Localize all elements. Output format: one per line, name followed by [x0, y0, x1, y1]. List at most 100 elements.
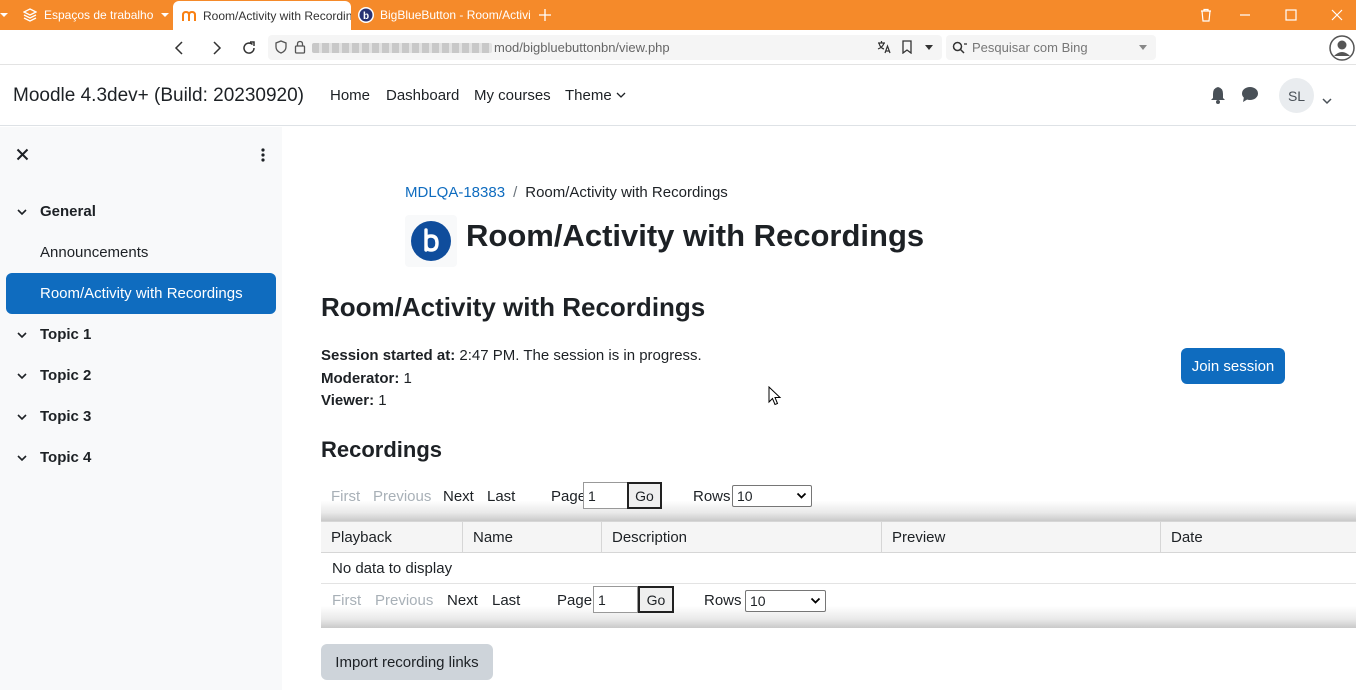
- recordings-pager-bottom: First Previous Next Last Page 1 Go Rows …: [321, 584, 1356, 628]
- avatar[interactable]: SL: [1279, 78, 1314, 113]
- pager-first[interactable]: First: [331, 488, 360, 505]
- chevron-down-icon: [796, 492, 807, 499]
- tab-room-activity[interactable]: Room/Activity with Recordings: [173, 1, 351, 30]
- pager-previous[interactable]: Previous: [375, 592, 433, 609]
- nav-home[interactable]: Home: [330, 87, 370, 104]
- breadcrumb: MDLQA-18383 / Room/Activity with Recording…: [405, 184, 728, 201]
- search-placeholder: Pesquisar com Bing: [972, 40, 1088, 55]
- chevron-down-icon: [810, 597, 821, 604]
- notifications-button[interactable]: [1210, 86, 1226, 109]
- tab-label: Espaços de trabalho: [44, 8, 154, 22]
- nav-theme-label: Theme: [565, 87, 612, 104]
- close-window-button[interactable]: [1314, 0, 1356, 30]
- pager-go-button[interactable]: Go: [627, 482, 662, 509]
- site-brand[interactable]: Moodle 4.3dev+ (Build: 20230920): [13, 85, 304, 107]
- viewer-line: Viewer: 1: [321, 392, 387, 409]
- new-tab-button[interactable]: [538, 0, 554, 30]
- reload-button[interactable]: [237, 36, 261, 60]
- nav-my-courses[interactable]: My courses: [474, 87, 551, 104]
- column-playback[interactable]: Playback: [321, 522, 463, 553]
- pager-previous[interactable]: Previous: [373, 488, 431, 505]
- chevron-down-icon: [16, 411, 28, 423]
- section-topic-2[interactable]: Topic 2: [16, 367, 91, 384]
- profile-icon: [1329, 35, 1355, 61]
- activity-announcements[interactable]: Announcements: [6, 232, 276, 273]
- section-topic-1[interactable]: Topic 1: [16, 326, 91, 343]
- workspaces-icon: [22, 7, 38, 23]
- section-general[interactable]: General: [16, 203, 96, 220]
- breadcrumb-course-link[interactable]: MDLQA-18383: [405, 184, 505, 201]
- url-path: mod/bigbluebuttonbn/view.php: [494, 40, 670, 55]
- section-label: Topic 3: [40, 408, 92, 425]
- close-drawer-button[interactable]: [16, 148, 29, 166]
- search-field[interactable]: Pesquisar com Bing: [946, 35, 1156, 60]
- activity-room-with-recordings[interactable]: Room/Activity with Recordings: [6, 273, 276, 314]
- column-description[interactable]: Description: [602, 522, 882, 553]
- pager-rows-select[interactable]: 10: [745, 590, 826, 612]
- pager-rows-select[interactable]: 10: [732, 485, 812, 507]
- close-icon: [1331, 9, 1343, 21]
- url-field[interactable]: mod/bigbluebuttonbn/view.php: [268, 35, 942, 60]
- recordings-pager-top: First Previous Next Last Page 1 Go Rows …: [321, 480, 1356, 521]
- pager-last[interactable]: Last: [487, 488, 515, 505]
- column-preview[interactable]: Preview: [882, 522, 1161, 553]
- drawer-options-button[interactable]: [260, 148, 266, 167]
- pager-go-button[interactable]: Go: [638, 586, 674, 613]
- section-topic-4[interactable]: Topic 4: [16, 449, 91, 466]
- course-index-drawer: General Announcements Room/Activity with…: [0, 127, 282, 690]
- breadcrumb-current: Room/Activity with Recordings: [525, 184, 728, 201]
- bookmark-icon[interactable]: [901, 40, 913, 54]
- forward-arrow-icon: [213, 41, 222, 55]
- svg-text:b: b: [363, 11, 369, 22]
- caret-down-icon[interactable]: [924, 44, 934, 52]
- pager-next[interactable]: Next: [447, 592, 478, 609]
- rows-select-value: 10: [737, 488, 753, 504]
- column-name[interactable]: Name: [463, 522, 602, 553]
- messages-button[interactable]: [1241, 86, 1259, 108]
- page-title: Room/Activity with Recordings: [466, 218, 925, 253]
- moodle-favicon: [181, 8, 197, 24]
- join-session-button[interactable]: Join session: [1181, 348, 1285, 384]
- back-button[interactable]: [168, 36, 192, 60]
- translate-icon[interactable]: [877, 40, 891, 54]
- room-heading: Room/Activity with Recordings: [321, 292, 706, 322]
- url-host-redacted: [312, 42, 492, 53]
- caret-down-icon: [161, 13, 170, 17]
- chevron-down-icon: [16, 329, 28, 341]
- nav-dashboard[interactable]: Dashboard: [386, 87, 459, 104]
- pager-last[interactable]: Last: [492, 592, 520, 609]
- pager-page-input[interactable]: 1: [583, 482, 628, 509]
- tab-workspaces[interactable]: Espaços de trabalho: [22, 0, 170, 30]
- section-label: Topic 2: [40, 367, 92, 384]
- session-started-value: 2:47 PM. The session is in progress.: [459, 347, 702, 364]
- top-navbar: Moodle 4.3dev+ (Build: 20230920) Home Da…: [0, 66, 1356, 126]
- pager-page-input[interactable]: 1: [593, 586, 638, 613]
- forward-button[interactable]: [204, 36, 228, 60]
- tab-menu-arrow[interactable]: [0, 0, 8, 30]
- pager-first[interactable]: First: [332, 592, 361, 609]
- import-recording-links-button[interactable]: Import recording links: [321, 644, 493, 680]
- table-empty-message: No data to display: [321, 553, 1356, 584]
- trash-icon: [1201, 8, 1211, 22]
- pager-next[interactable]: Next: [443, 488, 474, 505]
- pager-page-label: Page: [557, 592, 593, 609]
- chevron-down-icon: [16, 206, 28, 218]
- section-topic-3[interactable]: Topic 3: [16, 408, 91, 425]
- column-date[interactable]: Date: [1161, 522, 1356, 553]
- breadcrumb-separator: /: [513, 184, 518, 201]
- mouse-cursor-icon: [768, 385, 782, 411]
- tab-bigbluebutton[interactable]: b BigBlueButton - Room/Activi: [358, 0, 530, 30]
- bigbluebutton-favicon: b: [358, 7, 374, 23]
- maximize-button[interactable]: [1268, 0, 1314, 30]
- profile-button[interactable]: [1328, 34, 1356, 62]
- tab-label: Room/Activity with Recordings: [203, 8, 351, 23]
- minimize-button[interactable]: [1222, 0, 1268, 30]
- pager-rows-label: Rows: [693, 488, 731, 505]
- back-arrow-icon: [174, 41, 183, 55]
- user-menu-toggle[interactable]: [1322, 92, 1332, 110]
- chevron-down-icon: [616, 92, 626, 98]
- caret-down-icon[interactable]: [1138, 44, 1148, 52]
- moderator-count: 1: [403, 370, 412, 387]
- nav-theme[interactable]: Theme: [565, 87, 626, 104]
- chevron-down-icon: [16, 370, 28, 382]
